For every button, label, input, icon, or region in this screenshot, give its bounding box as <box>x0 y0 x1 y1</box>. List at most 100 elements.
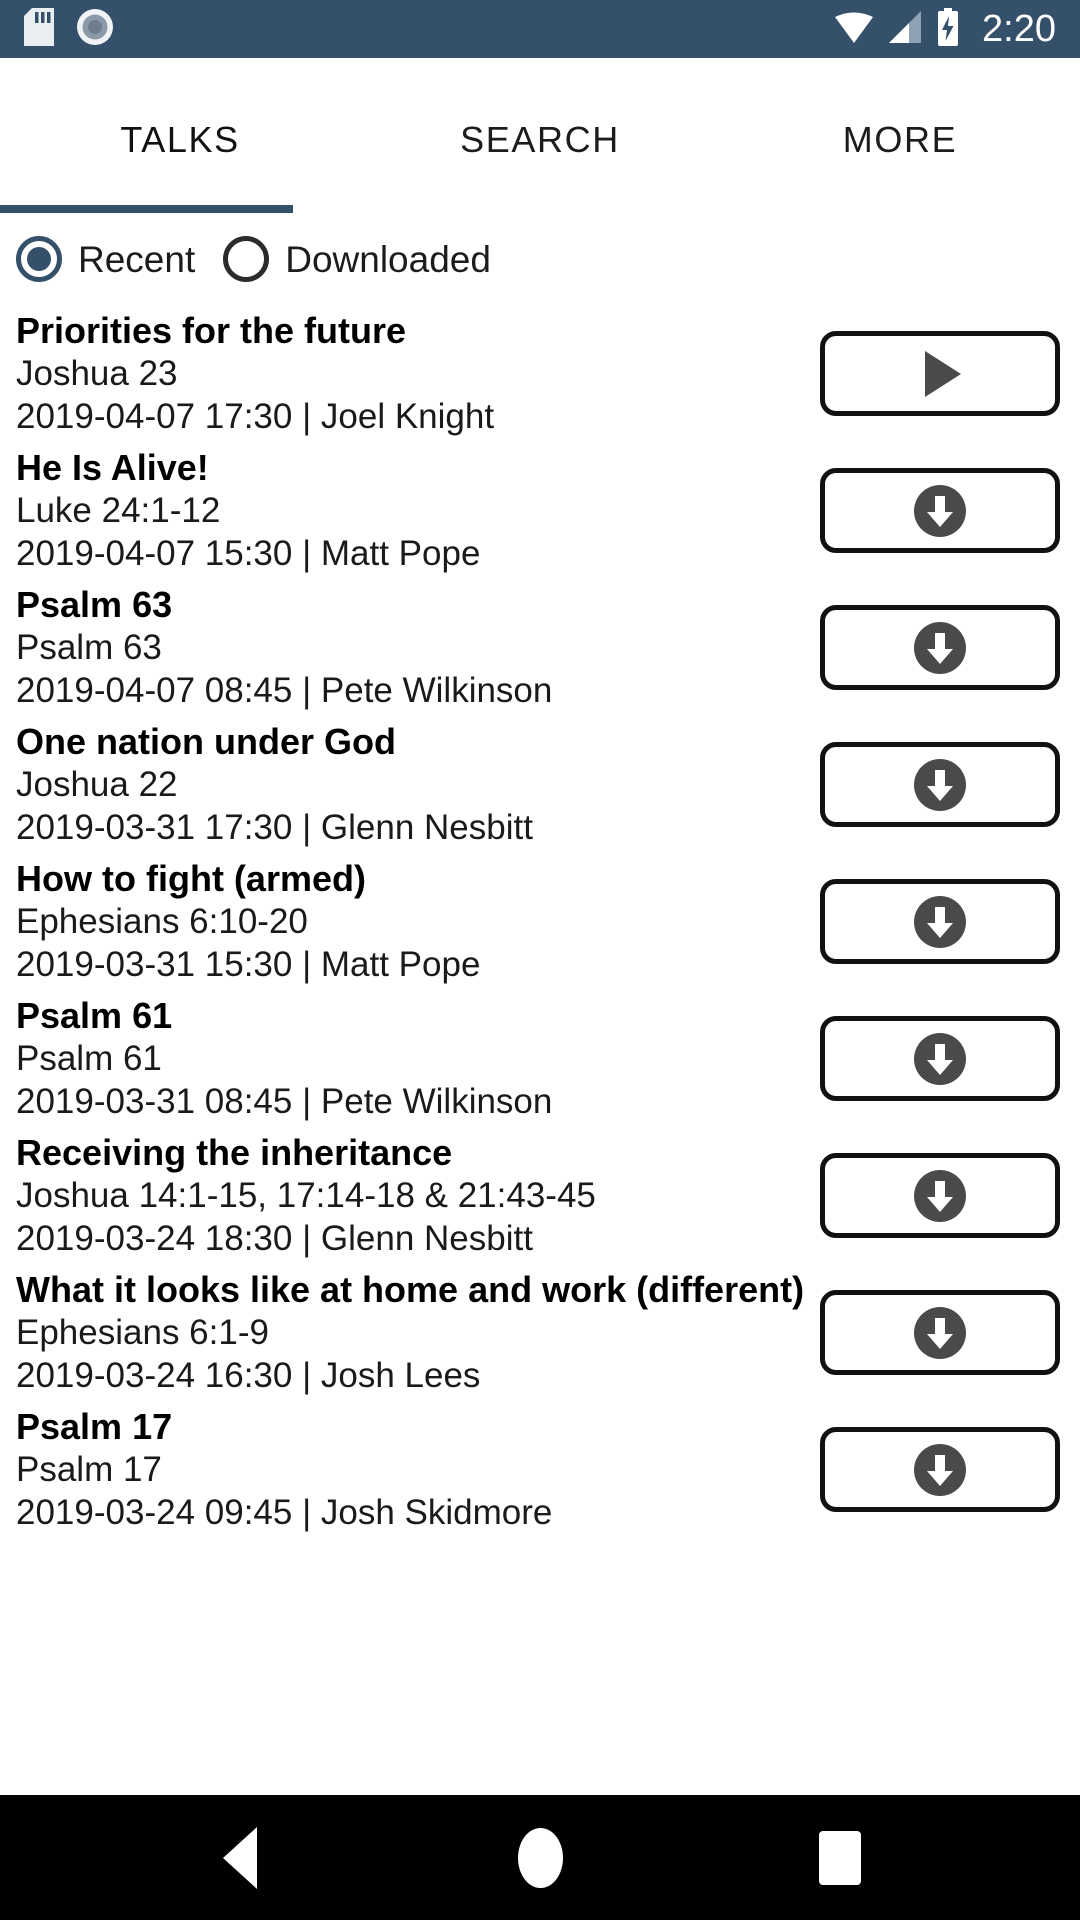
download-button[interactable] <box>820 1016 1060 1101</box>
talk-meta: 2019-03-24 16:30 | Josh Lees <box>16 1355 481 1395</box>
back-button[interactable] <box>180 1798 300 1918</box>
talk-title: Psalm 17 <box>16 1405 173 1447</box>
talk-title: Psalm 63 <box>16 583 173 625</box>
talk-action <box>820 331 1060 416</box>
radio-recent-icon <box>16 236 62 282</box>
play-icon <box>925 350 961 397</box>
talk-info: What it looks like at home and work (dif… <box>16 1268 805 1396</box>
tab-bar: TALKS SEARCH MORE <box>0 58 1080 213</box>
download-button[interactable] <box>820 742 1060 827</box>
download-button[interactable] <box>820 1427 1060 1512</box>
talk-list-item[interactable]: Psalm 17 Psalm 17 2019-03-24 09:45 | Jos… <box>0 1401 1080 1538</box>
cellular-signal-icon <box>887 10 923 49</box>
talk-info: He Is Alive! Luke 24:1-12 2019-04-07 15:… <box>16 447 802 574</box>
talk-meta: 2019-03-31 15:30 | Matt Pope <box>16 944 481 984</box>
radio-recent-label: Recent <box>78 238 196 280</box>
tab-active-indicator <box>0 205 293 213</box>
talk-list-item[interactable]: Priorities for the future Joshua 23 2019… <box>0 305 1080 442</box>
talk-meta: 2019-03-24 18:30 | Glenn Nesbitt <box>16 1218 533 1258</box>
talk-list-item[interactable]: He Is Alive! Luke 24:1-12 2019-04-07 15:… <box>0 442 1080 579</box>
tab-more[interactable]: MORE <box>720 114 1080 158</box>
radio-option-recent[interactable]: Recent <box>16 236 195 282</box>
talk-title: Psalm 61 <box>16 994 173 1036</box>
talk-title: How to fight (armed) <box>16 857 366 899</box>
talk-reference: Psalm 17 <box>16 1450 162 1490</box>
talk-info: Psalm 63 Psalm 63 2019-04-07 08:45 | Pet… <box>16 584 802 711</box>
talk-reference: Luke 24:1-12 <box>16 491 221 531</box>
talk-info: How to fight (armed) Ephesians 6:10-20 2… <box>16 858 802 985</box>
talk-info: Priorities for the future Joshua 23 2019… <box>16 310 802 437</box>
talk-info: Psalm 61 Psalm 61 2019-03-31 08:45 | Pet… <box>16 995 802 1122</box>
talk-action <box>820 1016 1060 1101</box>
home-button[interactable] <box>480 1798 600 1918</box>
talk-info: Psalm 17 Psalm 17 2019-03-24 09:45 | Jos… <box>16 1406 802 1533</box>
talk-action <box>820 605 1060 690</box>
download-icon <box>914 1306 966 1359</box>
talk-reference: Ephesians 6:10-20 <box>16 902 308 942</box>
talk-meta: 2019-03-24 09:45 | Josh Skidmore <box>16 1492 553 1532</box>
talk-action <box>820 468 1060 553</box>
talk-list-item[interactable]: What it looks like at home and work (dif… <box>0 1264 1080 1401</box>
filter-radio-group: Recent Downloaded <box>0 213 1080 305</box>
talk-action <box>820 742 1060 827</box>
talk-reference: Ephesians 6:1-9 <box>16 1313 269 1353</box>
radio-option-downloaded[interactable]: Downloaded <box>223 236 491 282</box>
download-icon <box>914 895 966 948</box>
radio-downloaded-label: Downloaded <box>285 238 491 280</box>
talk-list-item[interactable]: Psalm 61 Psalm 61 2019-03-31 08:45 | Pet… <box>0 990 1080 1127</box>
triangle-left-icon <box>223 1826 257 1889</box>
talk-reference: Joshua 22 <box>16 765 178 805</box>
talk-action <box>820 1153 1060 1238</box>
wifi-icon <box>834 10 874 49</box>
talk-action <box>820 1427 1060 1512</box>
download-icon <box>914 758 966 811</box>
talk-action <box>820 879 1060 964</box>
talk-list-item[interactable]: Psalm 63 Psalm 63 2019-04-07 08:45 | Pet… <box>0 579 1080 716</box>
status-bar-left-icons <box>24 7 114 51</box>
download-button[interactable] <box>820 879 1060 964</box>
talk-list-item[interactable]: One nation under God Joshua 22 2019-03-3… <box>0 716 1080 853</box>
tab-talks[interactable]: TALKS <box>0 114 360 158</box>
talk-meta: 2019-04-07 17:30 | Joel Knight <box>16 396 495 436</box>
talk-meta: 2019-03-31 08:45 | Pete Wilkinson <box>16 1081 553 1121</box>
talk-reference: Joshua 23 <box>16 354 178 394</box>
recents-button[interactable] <box>780 1798 900 1918</box>
talk-list[interactable]: Priorities for the future Joshua 23 2019… <box>0 305 1080 1795</box>
talk-reference: Joshua 14:1-15, 17:14-18 & 21:43-45 <box>16 1176 596 1216</box>
talk-info: One nation under God Joshua 22 2019-03-3… <box>16 721 802 848</box>
status-bar-clock: 2:20 <box>982 8 1056 50</box>
download-button[interactable] <box>820 1153 1060 1238</box>
download-icon <box>914 484 966 537</box>
download-icon <box>914 1032 966 1085</box>
talk-reference: Psalm 63 <box>16 628 162 668</box>
talk-title: Priorities for the future <box>16 309 407 351</box>
talk-meta: 2019-04-07 08:45 | Pete Wilkinson <box>16 670 553 710</box>
talk-action <box>820 1290 1060 1375</box>
talk-title: Receiving the inheritance <box>16 1131 453 1173</box>
talk-meta: 2019-04-07 15:30 | Matt Pope <box>16 533 481 573</box>
radio-downloaded-icon <box>223 236 270 282</box>
talk-info: Receiving the inheritance Joshua 14:1-15… <box>16 1132 802 1259</box>
download-icon <box>914 1443 966 1496</box>
download-icon <box>914 1169 966 1222</box>
talk-title: What it looks like at home and work (dif… <box>16 1268 805 1310</box>
talk-title: One nation under God <box>16 720 396 762</box>
battery-charging-icon <box>936 7 960 51</box>
tab-search[interactable]: SEARCH <box>360 114 720 158</box>
sd-card-icon <box>24 7 54 51</box>
recording-circle-icon <box>76 8 114 51</box>
talk-list-item[interactable]: How to fight (armed) Ephesians 6:10-20 2… <box>0 853 1080 990</box>
talk-reference: Psalm 61 <box>16 1039 162 1079</box>
android-navigation-bar <box>0 1795 1080 1920</box>
circle-icon <box>517 1827 563 1888</box>
status-bar: 2:20 <box>0 0 1080 58</box>
play-button[interactable] <box>820 331 1060 416</box>
status-bar-right-icons: 2:20 <box>834 7 1056 51</box>
download-button[interactable] <box>820 1290 1060 1375</box>
talk-list-item[interactable]: Receiving the inheritance Joshua 14:1-15… <box>0 1127 1080 1264</box>
talk-meta: 2019-03-31 17:30 | Glenn Nesbitt <box>16 807 533 847</box>
download-button[interactable] <box>820 468 1060 553</box>
square-icon <box>819 1830 861 1885</box>
talk-title: He Is Alive! <box>16 446 209 488</box>
download-button[interactable] <box>820 605 1060 690</box>
